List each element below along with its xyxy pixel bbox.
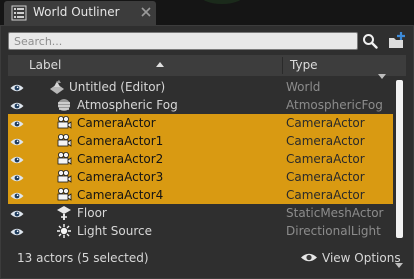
camera-icon [56, 115, 72, 131]
camera-icon [56, 151, 72, 167]
tab-strip: World Outliner [0, 0, 414, 25]
list-item[interactable]: Untitled (Editor) World [8, 78, 393, 96]
actor-type: DirectionalLight [286, 224, 381, 238]
camera-icon [56, 187, 72, 203]
list-item[interactable]: CameraActor CameraActor [8, 114, 393, 132]
search-field[interactable] [8, 32, 358, 50]
list-item[interactable]: CameraActor2 CameraActor [8, 150, 393, 168]
visibility-eye-icon[interactable] [10, 118, 24, 128]
actor-type: World [286, 80, 321, 94]
search-input[interactable] [9, 33, 357, 49]
camera-icon [56, 169, 72, 185]
actor-type: AtmosphericFog [286, 98, 383, 112]
scrollbar-thumb[interactable] [396, 80, 403, 238]
actor-label: Floor [77, 206, 107, 220]
column-header: Label Type [8, 55, 406, 79]
actor-type: CameraActor [286, 170, 365, 184]
close-icon[interactable] [140, 6, 152, 18]
actor-label: Untitled (Editor) [69, 80, 166, 94]
actor-label: CameraActor4 [77, 188, 164, 202]
add-folder-icon[interactable] [386, 31, 406, 51]
actor-label: CameraActor [77, 116, 156, 130]
actor-label: CameraActor2 [77, 152, 164, 166]
selection-status: 13 actors (5 selected) [17, 251, 149, 265]
world-icon [49, 79, 65, 95]
sort-ascending-icon [156, 56, 164, 67]
list-item[interactable]: Floor StaticMeshActor [8, 204, 393, 222]
visibility-eye-icon[interactable] [10, 136, 24, 146]
tab-title: World Outliner [33, 5, 120, 19]
camera-icon [56, 133, 72, 149]
actor-label: Light Source [77, 224, 152, 238]
list-icon [11, 5, 27, 21]
tab-world-outliner[interactable]: World Outliner [4, 1, 156, 25]
eye-icon [300, 252, 318, 263]
chevron-down-icon[interactable] [378, 68, 386, 79]
column-label-header[interactable]: Label [29, 58, 61, 72]
fog-icon [56, 97, 72, 113]
visibility-eye-icon[interactable] [10, 82, 24, 92]
actor-type: CameraActor [286, 134, 365, 148]
list-item[interactable]: CameraActor4 CameraActor [8, 186, 393, 204]
column-divider[interactable] [282, 57, 283, 74]
actor-type: StaticMeshActor [286, 206, 384, 220]
list-item[interactable]: Light Source DirectionalLight [8, 222, 393, 240]
visibility-eye-icon[interactable] [10, 226, 24, 236]
actor-label: Atmospheric Fog [77, 98, 178, 112]
list-item[interactable]: Atmospheric Fog AtmosphericFog [8, 96, 393, 114]
column-type-header[interactable]: Type [290, 58, 318, 72]
visibility-eye-icon[interactable] [10, 190, 24, 200]
visibility-eye-icon[interactable] [10, 100, 24, 110]
chevron-down-icon [395, 257, 403, 268]
search-icon[interactable] [362, 33, 378, 49]
actor-label: CameraActor3 [77, 170, 164, 184]
visibility-eye-icon[interactable] [10, 208, 24, 218]
actor-type: CameraActor [286, 152, 365, 166]
actor-list: Untitled (Editor) World Atmospheric Fog At… [8, 78, 393, 241]
list-item[interactable]: CameraActor3 CameraActor [8, 168, 393, 186]
visibility-eye-icon[interactable] [10, 172, 24, 182]
directional-light-icon [56, 223, 72, 239]
viewport-glimpse [200, 0, 244, 4]
list-item[interactable]: CameraActor1 CameraActor [8, 132, 393, 150]
actor-type: CameraActor [286, 188, 365, 202]
visibility-eye-icon[interactable] [10, 154, 24, 164]
view-options-label: View Options [322, 251, 401, 265]
actor-label: CameraActor1 [77, 134, 164, 148]
static-mesh-icon [56, 205, 72, 221]
actor-type: CameraActor [286, 116, 365, 130]
